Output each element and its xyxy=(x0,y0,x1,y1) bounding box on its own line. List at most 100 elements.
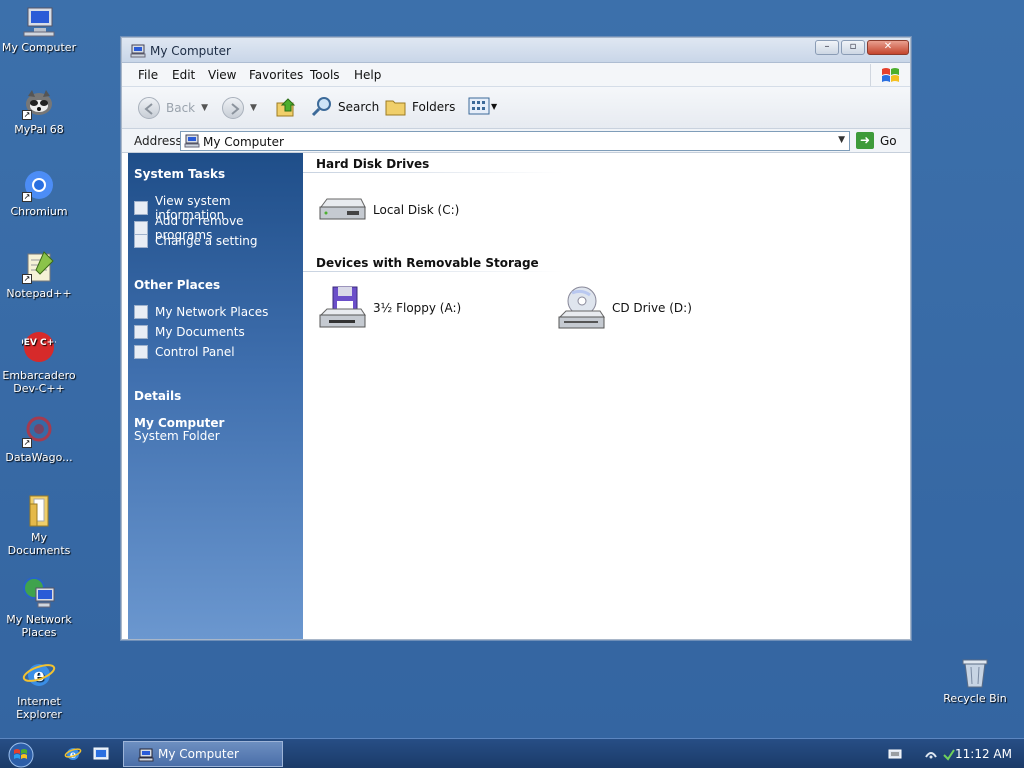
desktop-icon-devcpp[interactable]: DEV C++ Embarcadero Dev-C++ xyxy=(0,332,78,395)
group-divider xyxy=(303,271,563,272)
internet-explorer-icon: e xyxy=(22,664,56,686)
task-change-setting[interactable]: Change a setting xyxy=(134,234,258,248)
quicklaunch-ie[interactable]: e xyxy=(64,745,82,763)
details-name: My Computer xyxy=(134,416,225,430)
windows-logo xyxy=(870,64,906,86)
title-bar[interactable]: My Computer – ▫ ✕ xyxy=(122,38,910,63)
menu-tools[interactable]: Tools xyxy=(310,68,340,82)
desktop-icon-my-documents[interactable]: My Documents xyxy=(0,494,78,557)
devcpp-logo-text: DEV C++ xyxy=(22,338,56,348)
quicklaunch-show-desktop[interactable] xyxy=(92,745,110,763)
taskbar-item-my-computer[interactable]: My Computer xyxy=(123,741,283,767)
desktop-icon-label: Embarcadero Dev-C++ xyxy=(2,369,76,395)
search-button[interactable]: Search xyxy=(310,96,379,118)
address-label: Address xyxy=(134,134,182,148)
back-arrow-icon xyxy=(138,97,160,119)
folder-documents-icon xyxy=(134,325,148,339)
safely-remove-icon[interactable] xyxy=(942,747,956,764)
address-input[interactable]: My Computer ▼ xyxy=(180,131,850,151)
shortcut-arrow-icon: ↗ xyxy=(22,110,32,120)
back-label: Back xyxy=(166,101,196,115)
address-value: My Computer xyxy=(203,135,284,149)
back-button[interactable]: Back ▼ xyxy=(138,97,208,119)
keyboard-icon[interactable] xyxy=(888,748,902,763)
window-title: My Computer xyxy=(150,44,231,58)
place-control-panel[interactable]: Control Panel xyxy=(134,345,235,359)
views-icon xyxy=(468,97,490,115)
menu-bar: File Edit View Favorites Tools Help xyxy=(122,63,910,87)
maximize-button[interactable]: ▫ xyxy=(841,40,865,55)
go-button[interactable]: ➜ Go xyxy=(856,132,897,149)
drive-floppy-a[interactable]: 3½ Floppy (A:) xyxy=(317,285,461,331)
start-button[interactable] xyxy=(6,741,44,768)
desktop-icon-label: Recycle Bin xyxy=(943,692,1007,705)
menu-view[interactable]: View xyxy=(208,68,236,82)
place-documents[interactable]: My Documents xyxy=(134,325,245,339)
minimize-button[interactable]: – xyxy=(815,40,839,55)
folder-up-icon xyxy=(276,98,296,117)
drive-cd-d[interactable]: CD Drive (D:) xyxy=(556,285,692,331)
details-type: System Folder xyxy=(134,429,220,443)
desktop-icon-mypal[interactable]: ↗ MyPal 68 xyxy=(0,86,78,136)
network-status-icon[interactable] xyxy=(924,747,938,764)
task-pane: System Tasks View system information Add… xyxy=(128,153,303,639)
shortcut-arrow-icon: ↗ xyxy=(22,438,32,448)
desktop-icon-datawagon[interactable]: ↗ DataWago... xyxy=(0,414,78,464)
folders-label: Folders xyxy=(412,100,456,114)
internet-explorer-icon: e xyxy=(64,748,82,761)
desktop-icon-label: My Computer xyxy=(1,41,77,54)
computer-icon xyxy=(23,7,55,37)
close-button[interactable]: ✕ xyxy=(867,40,909,55)
place-label: My Network Places xyxy=(155,305,269,319)
maximize-icon: ▫ xyxy=(849,41,857,52)
taskbar: e My Computer 11:12 AM xyxy=(0,738,1024,768)
up-folder-button[interactable] xyxy=(274,95,298,119)
content-area: Hard Disk Drives Local Disk (C:) Devices… xyxy=(303,153,909,639)
desktop-icon-network[interactable]: My Network Places xyxy=(0,576,78,639)
drive-local-disk-c[interactable]: Local Disk (C:) xyxy=(317,195,459,225)
folder-documents-icon xyxy=(29,495,49,527)
menu-favorites[interactable]: Favorites xyxy=(249,68,303,82)
desktop-icon-ie[interactable]: e Internet Explorer xyxy=(0,658,78,721)
windows-orb-icon xyxy=(8,742,34,768)
desktop-icon-chromium[interactable]: ↗ Chromium xyxy=(0,168,78,218)
devcpp-icon: DEV C++ xyxy=(16,332,62,362)
group-divider xyxy=(303,172,563,173)
dropdown-arrow-icon: ▼ xyxy=(250,103,257,113)
folders-button[interactable]: Folders xyxy=(384,96,455,118)
system-info-icon xyxy=(134,201,148,215)
search-icon xyxy=(311,97,331,117)
other-places-heading[interactable]: Other Places xyxy=(134,278,220,292)
group-hard-disk-drives: Hard Disk Drives xyxy=(316,157,430,171)
drive-label: CD Drive (D:) xyxy=(612,301,692,315)
details-heading[interactable]: Details xyxy=(134,389,181,403)
forward-button[interactable]: ▼ xyxy=(222,97,257,119)
go-label: Go xyxy=(880,133,897,148)
computer-icon xyxy=(130,44,146,58)
chevron-down-icon[interactable]: ▼ xyxy=(838,135,845,145)
show-desktop-icon xyxy=(93,747,109,760)
shortcut-arrow-icon: ↗ xyxy=(22,274,32,284)
system-tasks-heading[interactable]: System Tasks xyxy=(134,167,225,181)
desktop-icon-label: DataWago... xyxy=(5,451,73,464)
desktop-icon-recycle-bin[interactable]: Recycle Bin xyxy=(940,657,1010,705)
dropdown-arrow-icon: ▼ xyxy=(201,103,209,113)
clock[interactable]: 11:12 AM xyxy=(955,747,1012,761)
views-button[interactable]: ▼ xyxy=(468,97,497,115)
floppy-drive-icon xyxy=(319,286,366,328)
computer-icon xyxy=(184,134,200,148)
folders-icon xyxy=(385,100,406,116)
menu-help[interactable]: Help xyxy=(354,68,381,82)
menu-file[interactable]: File xyxy=(138,68,158,82)
desktop-icon-my-computer[interactable]: My Computer xyxy=(0,4,78,54)
desktop-icon-notepadpp[interactable]: ↗ Notepad++ xyxy=(0,250,78,300)
address-bar: Address My Computer ▼ ➜ Go xyxy=(122,129,910,153)
menu-edit[interactable]: Edit xyxy=(172,68,195,82)
toolbar: Back ▼ ▼ Search Folders ▼ xyxy=(122,87,910,129)
windows-flag-icon xyxy=(882,68,899,82)
place-network[interactable]: My Network Places xyxy=(134,305,268,319)
desktop-icon-label: MyPal 68 xyxy=(14,123,64,136)
network-places-icon xyxy=(23,577,55,608)
close-icon: ✕ xyxy=(883,41,893,52)
desktop-icon-label: My Network Places xyxy=(6,613,72,639)
